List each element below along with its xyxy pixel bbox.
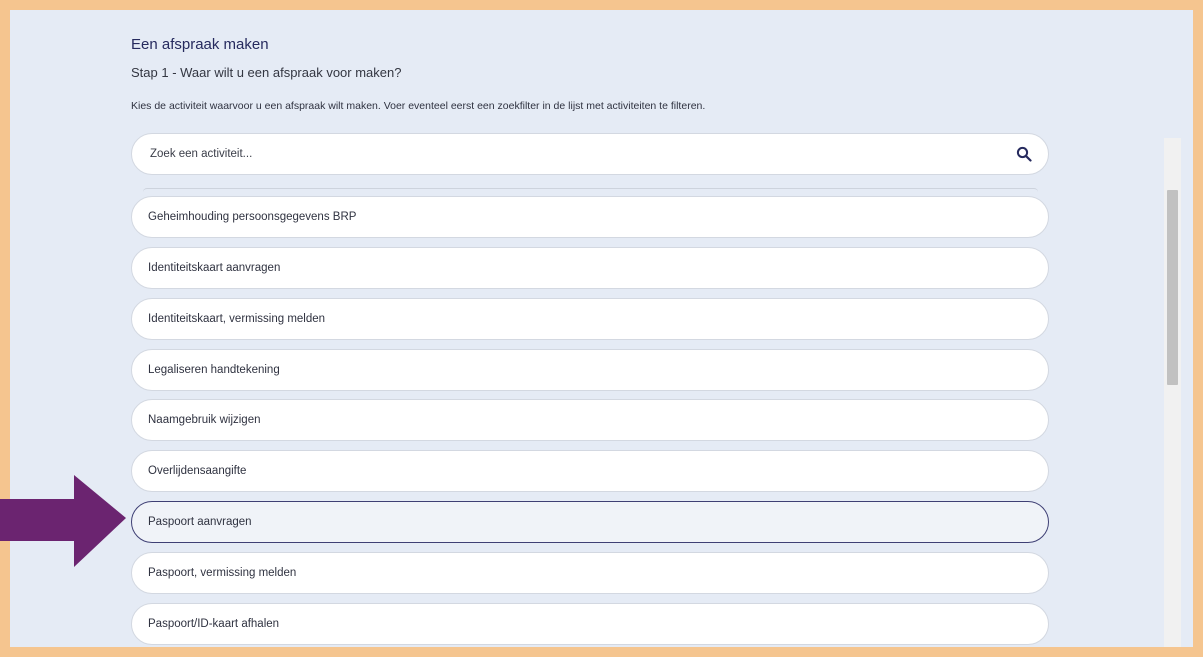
activity-legaliseren-handtekening[interactable]: Legaliseren handtekening xyxy=(131,349,1049,391)
activity-identiteitskaart-aanvragen[interactable]: Identiteitskaart aanvragen xyxy=(131,247,1049,289)
pointer-arrow-icon xyxy=(0,475,126,567)
activity-paspoort-aanvragen[interactable]: Paspoort aanvragen xyxy=(131,501,1049,543)
instruction-text: Kies de activiteit waarvoor u een afspra… xyxy=(131,100,706,112)
search-input[interactable] xyxy=(148,147,1016,161)
scrollbar-thumb[interactable] xyxy=(1167,190,1178,385)
activity-naamgebruik-wijzigen[interactable]: Naamgebruik wijzigen xyxy=(131,399,1049,441)
activity-geheimhouding-brp[interactable]: Geheimhouding persoonsgegevens BRP xyxy=(131,196,1049,238)
search-bar xyxy=(131,133,1049,175)
activity-overlijdensaangifte[interactable]: Overlijdensaangifte xyxy=(131,450,1049,492)
page-frame: Een afspraak maken Stap 1 - Waar wilt u … xyxy=(10,10,1193,647)
activity-paspoort-vermissing[interactable]: Paspoort, vermissing melden xyxy=(131,552,1049,594)
activity-identiteitskaart-vermissing[interactable]: Identiteitskaart, vermissing melden xyxy=(131,298,1049,340)
step-title: Stap 1 - Waar wilt u een afspraak voor m… xyxy=(131,65,402,80)
list-top-edge xyxy=(143,188,1038,192)
page-title: Een afspraak maken xyxy=(131,36,269,53)
scrollbar-track[interactable] xyxy=(1164,138,1181,647)
activity-paspoort-id-afhalen[interactable]: Paspoort/ID-kaart afhalen xyxy=(131,603,1049,645)
search-icon[interactable] xyxy=(1016,146,1032,162)
